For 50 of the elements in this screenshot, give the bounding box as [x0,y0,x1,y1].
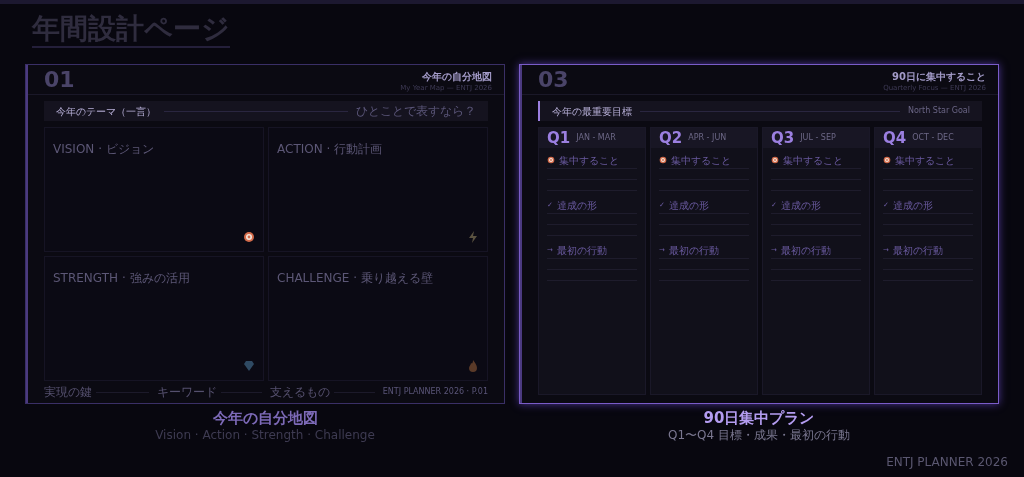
bar-label: 今年の最重要目標 [552,104,632,119]
section-label: 最初の行動 [668,243,719,258]
bar-label: 今年のテーマ（一言） [56,104,156,119]
quarter-months: APR - JUN [688,132,727,144]
target-icon [659,156,667,164]
bar-hint: ひとことで表すなら？ [356,103,476,120]
section-label: 達成の形 [556,198,597,213]
section-label: 達成の形 [892,198,933,213]
target-icon [547,156,555,164]
section-label: 集中すること [559,153,619,168]
quadrant-label: STRENGTH · 強みの活用 [53,271,190,285]
section-label: 集中すること [783,153,843,168]
card-title: 今年の自分地図 [422,71,492,83]
quarter-months: JUL - SEP [800,132,836,144]
quadrant-label: ACTION · 行動計画 [277,142,383,156]
card-caption-subtitle: Q1〜Q4 目標・成果・最初の行動 [668,428,850,442]
quadrant-label: VISION · ビジョン [53,142,154,156]
section-label: 最初の行動 [780,243,831,258]
target-icon [883,156,891,164]
card-caption-subtitle: Vision · Action · Strength · Challenge [155,428,375,442]
section-label: 最初の行動 [556,243,607,258]
target-icon [771,156,779,164]
quarter-months: OCT - DEC [912,132,954,144]
lightning-icon [467,231,479,243]
quarter-name: Q3 [771,130,795,146]
section-label: 集中すること [671,153,731,168]
section-number: 01 [44,68,75,92]
quadrant-label: CHALLENGE · 乗り越える壁 [277,271,433,285]
section-number: 03 [538,68,569,92]
quarter-name: Q1 [547,130,571,146]
section-label: 最初の行動 [892,243,943,258]
footer-label: 支えるもの [269,384,330,401]
target-icon [243,231,255,243]
quarter-months: JAN - MAR [576,132,616,144]
footer-label: キーワード [156,384,217,401]
footer-label: 実現の鍵 [44,384,92,401]
quarter-name: Q2 [659,130,683,146]
quarter-name: Q4 [883,130,907,146]
gem-icon [243,360,255,372]
bar-hint: North Star Goal [907,105,970,117]
card-caption: 90日集中プラン [703,408,815,428]
section-label: 達成の形 [668,198,709,213]
page-label: ENTJ PLANNER 2026 · P.01 [382,386,488,398]
card-title: 90日に集中すること [892,71,986,83]
page-preview-card[interactable] [519,64,999,404]
section-label: 達成の形 [780,198,821,213]
section-label: 集中すること [895,153,955,168]
brand-label: ENTJ PLANNER 2026 [886,454,1008,471]
flame-icon [467,360,479,372]
card-caption: 今年の自分地図 [212,408,318,428]
